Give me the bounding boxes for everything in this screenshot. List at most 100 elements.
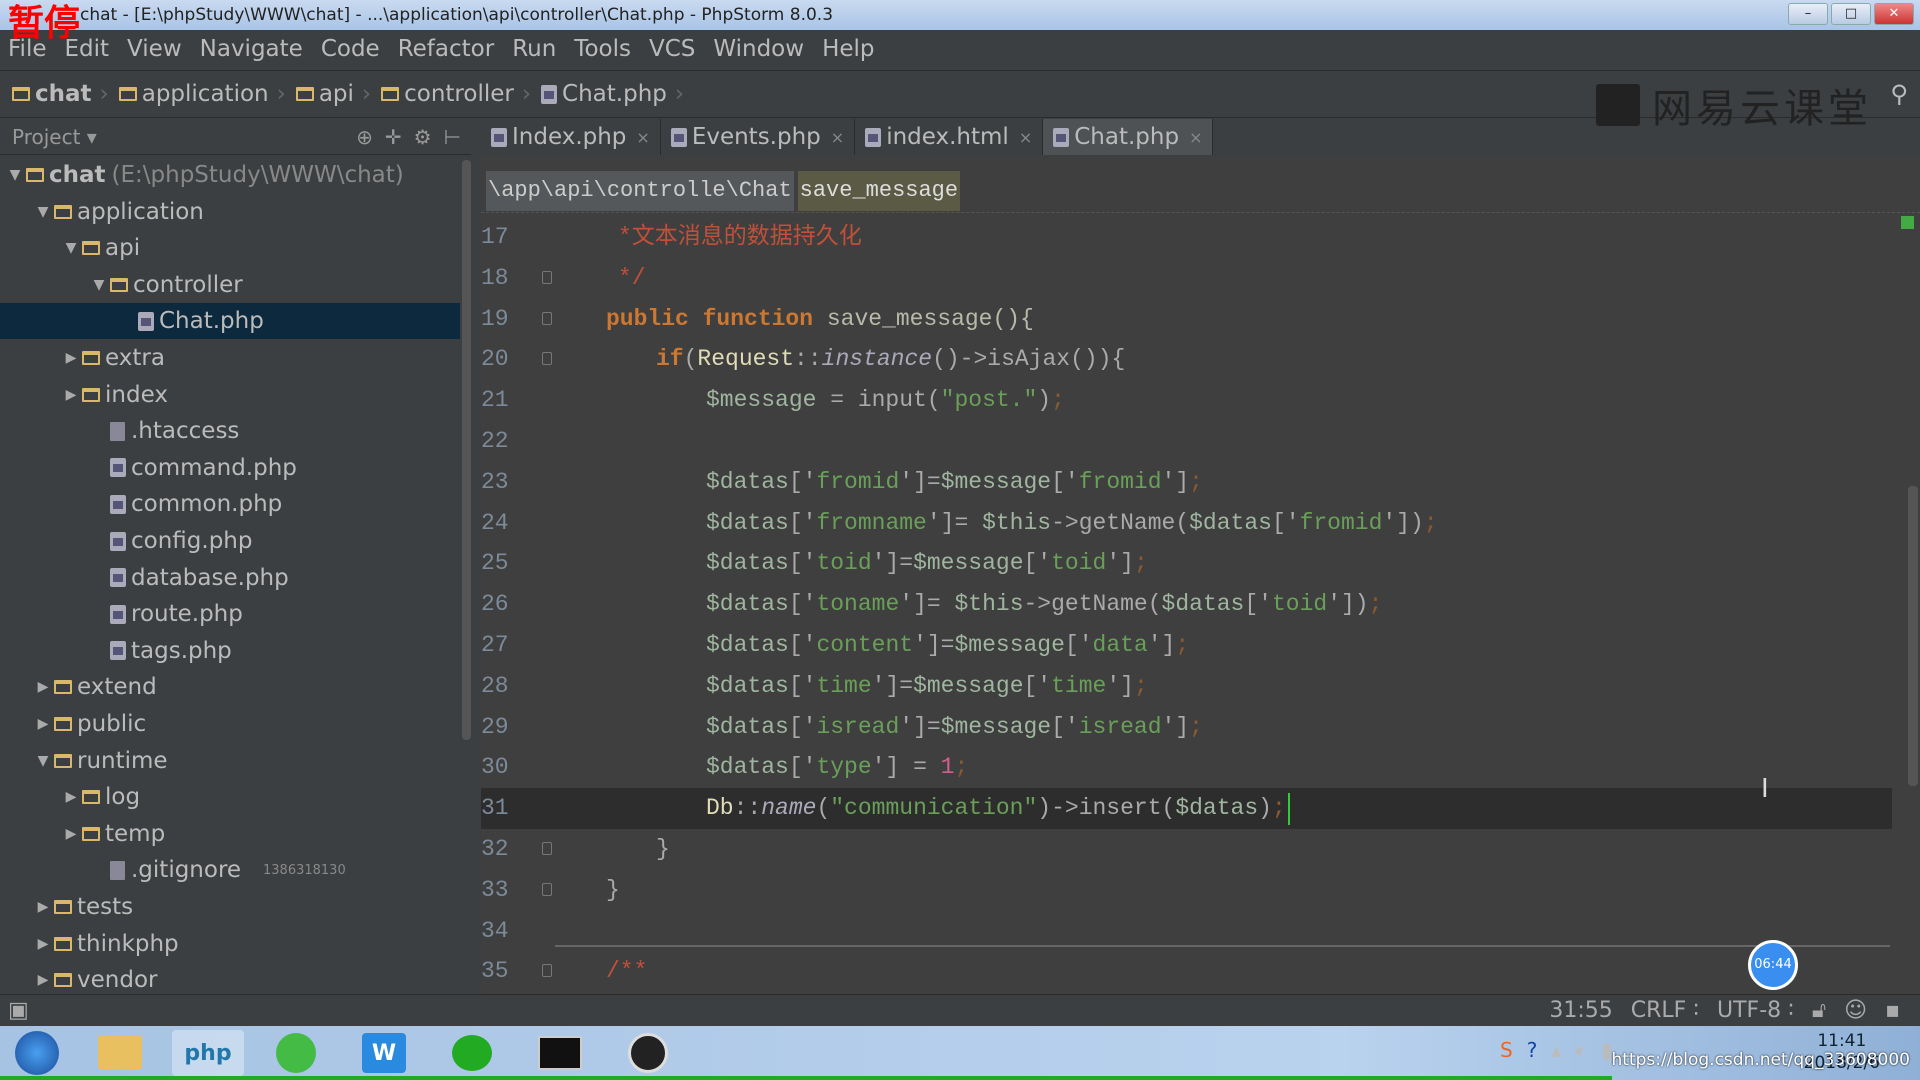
menu-navigate[interactable]: Navigate: [200, 36, 303, 62]
tree-item[interactable]: ▶ thinkphp: [0, 926, 460, 962]
breadcrumb-item[interactable]: Chat.php ›: [541, 81, 684, 107]
fold-marker-icon[interactable]: [542, 270, 552, 284]
menu-window[interactable]: Window: [713, 36, 804, 62]
menu-run[interactable]: Run: [512, 36, 556, 62]
editor-scrollbar[interactable]: [1908, 486, 1918, 786]
code-line[interactable]: 30 $datas['type'] = 1;: [481, 747, 1892, 788]
code-line[interactable]: 23 $datas['fromid']=$message['fromid'];: [481, 462, 1892, 503]
code-line[interactable]: 35 /**: [481, 951, 1892, 992]
tree-item[interactable]: ▼ api: [0, 230, 460, 266]
code-line[interactable]: 20 if(Request::instance()->isAjax()){: [481, 339, 1892, 380]
tree-item[interactable]: ▼ runtime: [0, 743, 460, 779]
help-icon[interactable]: ?: [1527, 1038, 1538, 1062]
explorer-taskbar-icon[interactable]: [84, 1030, 156, 1076]
tree-item[interactable]: .htaccess: [0, 413, 460, 449]
inspector-icon[interactable]: ☺: [1844, 998, 1867, 1023]
breadcrumb-item[interactable]: controller ›: [381, 81, 531, 107]
code-line[interactable]: 21 $message = input("post.");: [481, 380, 1892, 421]
editor-breadcrumb-class[interactable]: \app\api\controlle\Chat: [486, 171, 794, 211]
fold-marker-icon[interactable]: [542, 882, 552, 896]
obs-taskbar-icon[interactable]: [612, 1030, 684, 1076]
word-taskbar-icon[interactable]: W: [348, 1030, 420, 1076]
menu-help[interactable]: Help: [822, 36, 874, 62]
breadcrumb-item[interactable]: application ›: [118, 81, 286, 107]
tree-item[interactable]: ▶ log: [0, 779, 460, 815]
lock-icon[interactable]: 🔓︎: [1812, 998, 1826, 1023]
code-line[interactable]: 24 $datas['fromname']= $this->getName($da…: [481, 503, 1892, 544]
phpstorm-taskbar-icon[interactable]: php: [172, 1030, 244, 1076]
sync-icon[interactable]: ⊕: [356, 125, 373, 149]
menu-view[interactable]: View: [127, 36, 182, 62]
close-tab-icon[interactable]: ×: [831, 128, 844, 147]
menu-vcs[interactable]: VCS: [649, 36, 695, 62]
tree-item[interactable]: .gitignore 1386318130: [0, 852, 460, 888]
tree-item[interactable]: database.php: [0, 560, 460, 596]
code-line[interactable]: 27 $datas['content']=$message['data'];: [481, 625, 1892, 666]
tab-index-html[interactable]: index.html ×: [855, 119, 1044, 155]
tree-item[interactable]: ▶ vendor: [0, 962, 460, 994]
terminal-taskbar-icon[interactable]: [524, 1030, 596, 1076]
close-button[interactable]: ✕: [1874, 3, 1914, 25]
fold-marker-icon[interactable]: [542, 352, 552, 366]
tab-events-php[interactable]: Events.php ×: [661, 119, 856, 155]
breadcrumb-item[interactable]: api ›: [295, 81, 371, 107]
breadcrumb-item[interactable]: chat ›: [12, 81, 109, 107]
tray-expand-icon[interactable]: ▴: [1551, 1038, 1561, 1062]
code-line[interactable]: 31 Db::name("communication")->insert($dat…: [481, 788, 1892, 830]
close-tab-icon[interactable]: ×: [636, 128, 649, 147]
close-tab-icon[interactable]: ×: [1189, 128, 1202, 147]
code-line[interactable]: 18 */: [481, 258, 1892, 299]
code-line[interactable]: 25 $datas['toid']=$message['toid'];: [481, 543, 1892, 584]
sidebar-scrollbar[interactable]: [462, 160, 471, 740]
sogou-input-icon[interactable]: S: [1500, 1038, 1513, 1062]
file-encoding[interactable]: UTF-8 ∶: [1717, 998, 1794, 1023]
tree-item[interactable]: ▼ application: [0, 194, 460, 230]
caret-position[interactable]: 31:55: [1549, 998, 1612, 1023]
code-line[interactable]: 33}: [481, 870, 1892, 911]
tree-item[interactable]: ▼ chat (E:\phpStudy\WWW\chat): [0, 157, 460, 193]
project-view-selector[interactable]: Project ▾: [12, 125, 97, 149]
minimize-button[interactable]: –: [1788, 3, 1828, 25]
code-line[interactable]: 28 $datas['time']=$message['time'];: [481, 666, 1892, 707]
code-line[interactable]: 29 $datas['isread']=$message['isread'];: [481, 707, 1892, 748]
code-editor[interactable]: \app\api\controlle\Chat save_message 17 *…: [481, 156, 1920, 994]
tree-item[interactable]: ▶ public: [0, 706, 460, 742]
hide-icon[interactable]: ⊢: [444, 125, 461, 149]
close-tab-icon[interactable]: ×: [1019, 128, 1032, 147]
app-taskbar-icon[interactable]: [436, 1030, 508, 1076]
tree-item[interactable]: command.php: [0, 450, 460, 486]
tree-item[interactable]: ▶ temp: [0, 816, 460, 852]
fold-marker-icon[interactable]: [542, 842, 552, 855]
menu-code[interactable]: Code: [321, 36, 380, 62]
tree-item[interactable]: ▶ extra: [0, 340, 460, 376]
line-separator[interactable]: CRLF ∶: [1631, 998, 1699, 1023]
code-line[interactable]: 26 $datas['toname']= $this->getName($data…: [481, 584, 1892, 625]
tab-chat-php[interactable]: Chat.php ×: [1043, 119, 1214, 155]
editor-breadcrumb-method[interactable]: save_message: [797, 171, 961, 211]
tree-item[interactable]: config.php: [0, 523, 460, 559]
tree-item[interactable]: common.php: [0, 486, 460, 522]
fold-marker-icon[interactable]: [542, 964, 552, 978]
event-log-icon[interactable]: ▪: [1885, 998, 1900, 1023]
gear-icon[interactable]: ⚙: [414, 125, 432, 149]
code-line[interactable]: 32}: [481, 829, 1892, 870]
tool-windows-icon[interactable]: ▣: [8, 998, 29, 1023]
tree-item[interactable]: ▶ tests: [0, 889, 460, 925]
menu-refactor[interactable]: Refactor: [398, 36, 494, 62]
collapse-icon[interactable]: ✛: [385, 125, 402, 149]
maximize-button[interactable]: □: [1831, 3, 1871, 25]
code-line[interactable]: 22: [481, 421, 1892, 462]
menu-tools[interactable]: Tools: [574, 36, 631, 62]
tree-item[interactable]: ▶ extend: [0, 669, 460, 705]
tree-item[interactable]: ▼ controller: [0, 267, 460, 303]
fold-marker-icon[interactable]: [542, 311, 552, 325]
search-icon[interactable]: ⚲: [1890, 80, 1908, 108]
tree-item[interactable]: ▶ index: [0, 377, 460, 413]
tree-item[interactable]: route.php: [0, 596, 460, 632]
tree-item[interactable]: tags.php: [0, 633, 460, 669]
code-line[interactable]: 19 public function save_message(){: [481, 299, 1892, 340]
start-button[interactable]: [2, 1030, 72, 1076]
tree-item[interactable]: Chat.php: [0, 303, 460, 340]
volume-icon[interactable]: 🔈︎: [1575, 1038, 1587, 1062]
code-line[interactable]: 17 *文本消息的数据持久化: [481, 217, 1892, 258]
